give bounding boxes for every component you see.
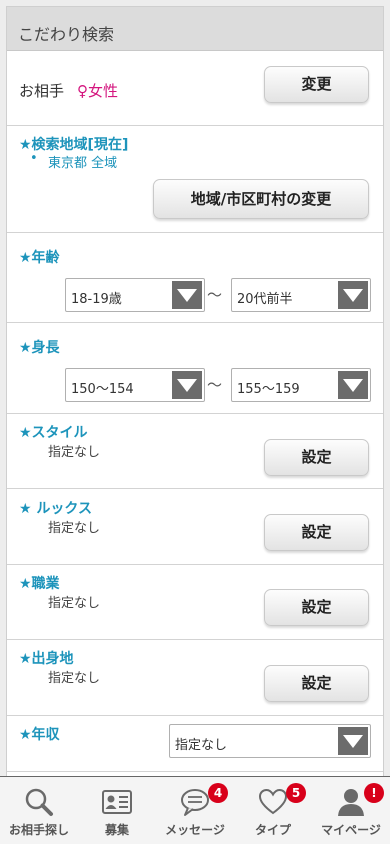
hometown-label: ★出身地: [19, 651, 74, 667]
nav-recruit[interactable]: 募集: [78, 777, 156, 844]
type-badge: 5: [286, 783, 306, 803]
job-set-button[interactable]: 設定: [264, 589, 369, 626]
profile-card-icon: [102, 790, 132, 814]
height-from-value: 150～154: [71, 382, 134, 397]
job-section: ★職業 指定なし 設定: [7, 565, 383, 640]
partner-label: お相手: [19, 82, 65, 100]
hometown-section: ★出身地 指定なし 設定: [7, 640, 383, 716]
height-section: ★身長 150～154 ～ 155～159: [7, 323, 383, 414]
income-section: ★年収 指定なし: [7, 716, 383, 772]
nav-partner-search-label: お相手探し: [8, 823, 69, 837]
nav-type[interactable]: 5 タイプ: [234, 777, 312, 844]
change-area-button[interactable]: 地域/市区町村の変更: [153, 179, 369, 219]
age-section: ★年齢 18-19歳 ～ 20代前半: [7, 233, 383, 323]
looks-section: ★ ルックス 指定なし 設定: [7, 489, 383, 565]
current-area: 東京都 全域: [48, 156, 118, 171]
detailed-search-panel: こだわり検索 お相手 ♀女性 変更 ★検索地域[現在] • 東京都 全域 地域/…: [6, 6, 384, 778]
search-page: こだわり検索 お相手 ♀女性 変更 ★検索地域[現在] • 東京都 全域 地域/…: [0, 0, 390, 844]
style-set-button[interactable]: 設定: [264, 439, 369, 476]
nav-partner-search[interactable]: お相手探し: [0, 777, 78, 844]
nav-type-label: タイプ: [254, 823, 291, 837]
age-label: ★年齢: [19, 250, 60, 266]
messages-badge: 4: [208, 783, 228, 803]
style-value: 指定なし: [48, 445, 101, 460]
age-range-separator: ～: [207, 286, 223, 304]
area-bullet: •: [30, 151, 38, 166]
chevron-down-icon: [338, 371, 368, 399]
height-to-select[interactable]: 155～159: [231, 368, 371, 402]
age-from-select[interactable]: 18-19歳: [65, 278, 205, 312]
chevron-down-icon: [172, 371, 202, 399]
style-label: ★スタイル: [19, 425, 88, 441]
partner-gender: ♀女性: [77, 82, 118, 100]
chevron-down-icon: [172, 281, 202, 309]
style-section: ★スタイル 指定なし 設定: [7, 414, 383, 489]
height-from-select[interactable]: 150～154: [65, 368, 205, 402]
change-partner-button[interactable]: 変更: [264, 66, 369, 103]
income-select[interactable]: 指定なし: [169, 724, 371, 758]
chevron-down-icon: [338, 281, 368, 309]
nav-my-page-label: マイページ: [321, 823, 381, 837]
bottom-navigation: お相手探し 募集 4 メッセージ 5 タイプ ! マイページ: [0, 776, 390, 844]
looks-value: 指定なし: [48, 521, 101, 536]
panel-title: こだわり検索: [7, 7, 383, 51]
chevron-down-icon: [338, 727, 368, 755]
user-icon: [338, 789, 364, 816]
nav-messages[interactable]: 4 メッセージ: [156, 777, 234, 844]
age-to-select[interactable]: 20代前半: [231, 278, 371, 312]
nav-my-page[interactable]: ! マイページ: [312, 777, 390, 844]
income-label: ★年収: [19, 727, 60, 743]
area-section: ★検索地域[現在] • 東京都 全域 地域/市区町村の変更: [7, 126, 383, 233]
hometown-value: 指定なし: [48, 671, 101, 686]
height-label: ★身長: [19, 340, 60, 356]
height-to-value: 155～159: [237, 382, 300, 397]
height-range-separator: ～: [207, 376, 223, 394]
looks-label: ★ ルックス: [19, 501, 93, 517]
age-from-value: 18-19歳: [71, 292, 122, 307]
hometown-set-button[interactable]: 設定: [264, 665, 369, 702]
job-value: 指定なし: [48, 596, 101, 611]
age-to-value: 20代前半: [237, 292, 293, 307]
my-page-badge: !: [364, 783, 384, 803]
nav-messages-label: メッセージ: [165, 823, 225, 837]
nav-recruit-label: 募集: [104, 823, 129, 837]
partner-section: お相手 ♀女性 変更: [7, 51, 383, 126]
job-label: ★職業: [19, 576, 60, 592]
heart-icon: [258, 788, 288, 815]
income-value: 指定なし: [175, 738, 228, 753]
chat-bubble-icon: [181, 789, 209, 816]
search-icon: [25, 788, 53, 816]
looks-set-button[interactable]: 設定: [264, 514, 369, 551]
